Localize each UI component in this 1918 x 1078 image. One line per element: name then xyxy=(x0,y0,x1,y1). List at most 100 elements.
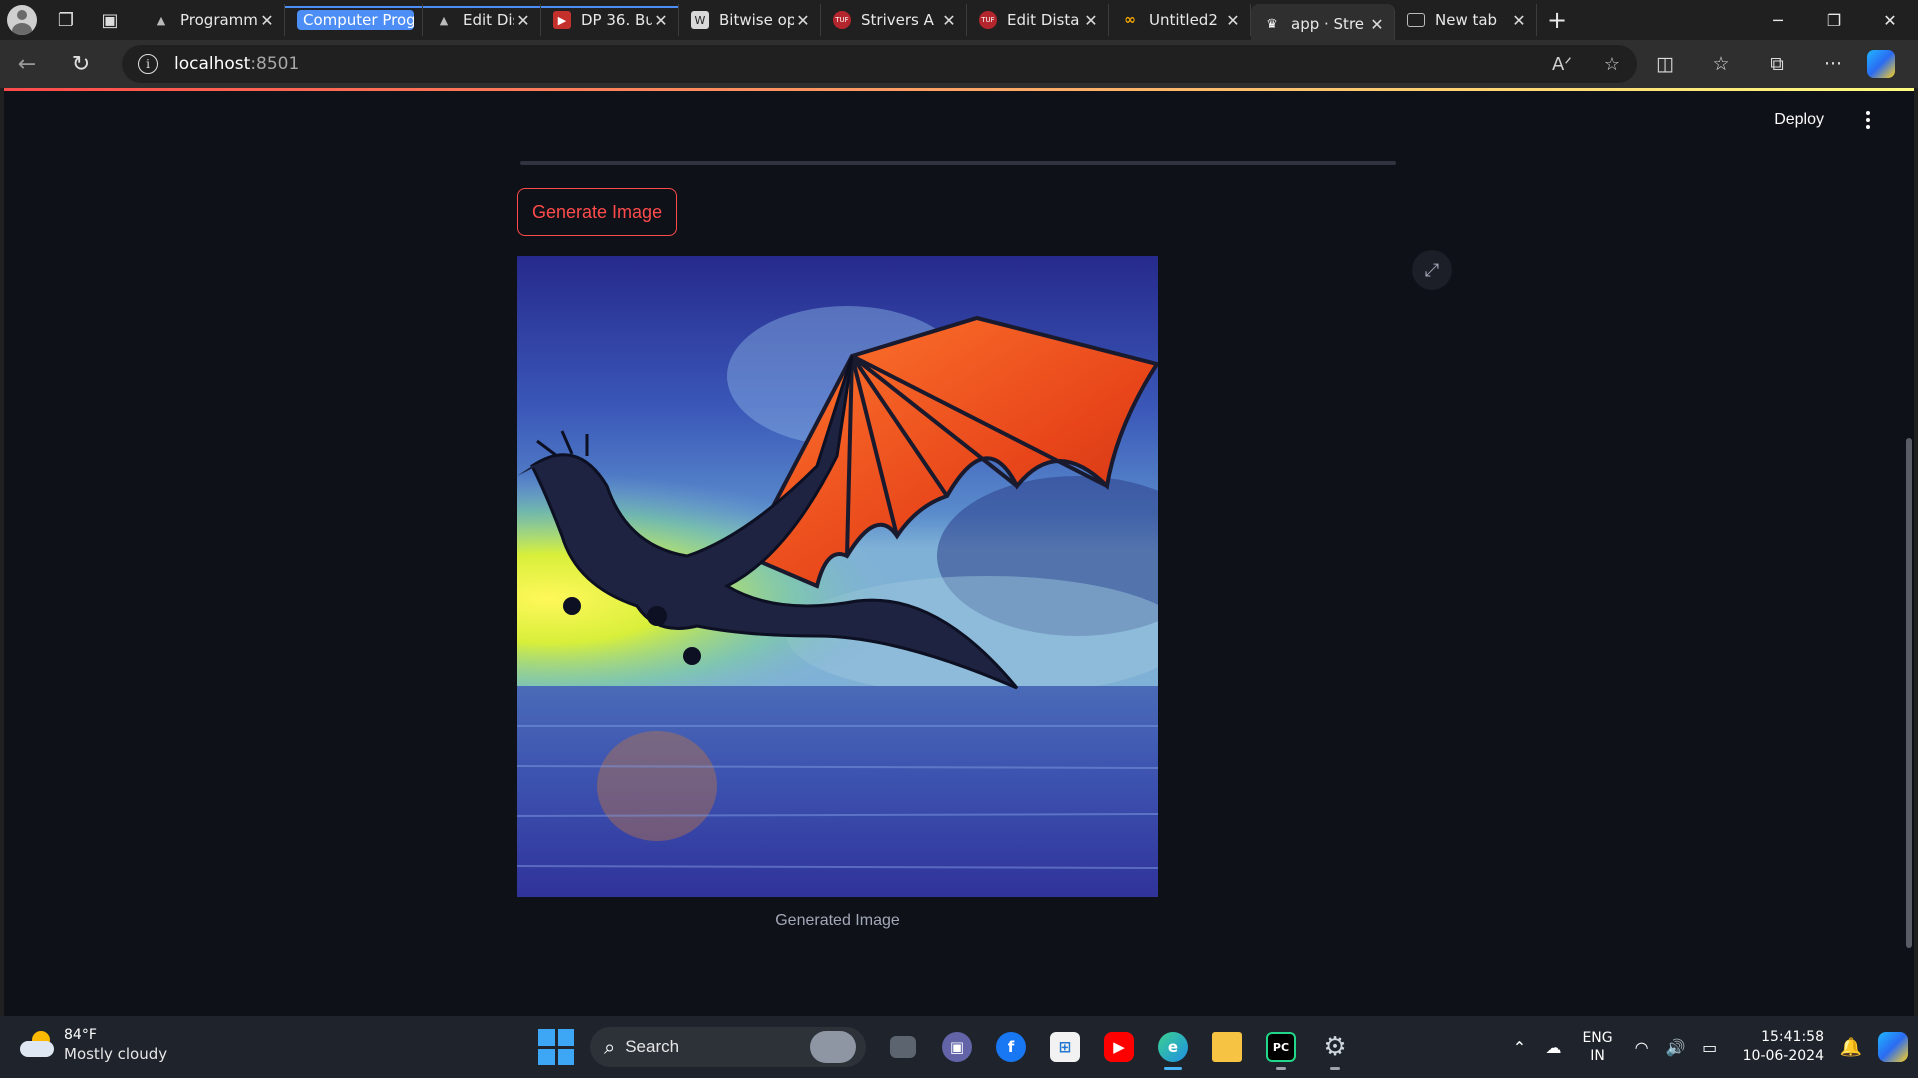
edge-browser-icon[interactable]: e xyxy=(1146,1023,1200,1071)
back-arrow-icon[interactable]: ← xyxy=(0,44,54,84)
settings-gear-icon[interactable]: ⚙ xyxy=(1308,1023,1362,1071)
volume-icon[interactable]: 🔊 xyxy=(1659,1038,1693,1057)
tab-list: ▲ Programm ✕ Computer Programmin ▲ Edit … xyxy=(140,0,1577,44)
address-bar[interactable]: i localhost:8501 Aᐟ ☆ xyxy=(122,45,1637,83)
mountain-icon: ▲ xyxy=(439,13,449,27)
tab-title: Edit Dista xyxy=(1007,11,1080,29)
read-aloud-icon[interactable]: Aᐟ xyxy=(1537,54,1587,75)
close-icon[interactable]: ✕ xyxy=(514,11,532,30)
copilot-icon[interactable] xyxy=(1867,50,1895,78)
tab-group-label: Computer Programmin xyxy=(297,10,414,30)
file-explorer-icon[interactable] xyxy=(1200,1023,1254,1071)
favorites-icon[interactable]: ☆ xyxy=(1693,44,1749,84)
tab-title: app · Stre xyxy=(1291,15,1365,33)
favorite-star-icon[interactable]: ☆ xyxy=(1587,54,1637,75)
restore-icon[interactable]: ❐ xyxy=(1806,0,1862,40)
header-decoration-bar xyxy=(4,88,1914,91)
tab-title: Bitwise op xyxy=(719,11,794,29)
app-header-actions: Deploy xyxy=(1762,104,1884,136)
url-port: :8501 xyxy=(250,54,300,74)
windows-start-icon[interactable] xyxy=(538,1029,574,1065)
split-screen-icon[interactable]: ◫ xyxy=(1637,44,1693,84)
tab-title: Untitled2 xyxy=(1149,11,1218,29)
tab-title: Programm xyxy=(180,11,258,29)
language-code: ENG xyxy=(1582,1030,1613,1046)
tab-7[interactable]: ∞ Untitled2 ✕ xyxy=(1109,4,1251,36)
colab-icon: ∞ xyxy=(1124,12,1136,28)
reload-icon[interactable]: ↻ xyxy=(54,44,108,84)
deploy-button[interactable]: Deploy xyxy=(1762,105,1836,135)
close-icon[interactable]: ✕ xyxy=(1510,11,1528,30)
profile-avatar-icon[interactable] xyxy=(0,0,44,40)
tab-8-active[interactable]: ♛ app · Stre ✕ xyxy=(1251,4,1395,44)
close-icon[interactable]: ✕ xyxy=(652,11,670,30)
search-label: Search xyxy=(625,1037,680,1056)
window-close-icon[interactable]: ✕ xyxy=(1862,0,1918,40)
main-menu-icon[interactable] xyxy=(1852,104,1884,136)
tab-title: Edit Dista xyxy=(463,11,514,29)
window-controls: ─ ❐ ✕ xyxy=(1750,0,1918,40)
close-icon[interactable]: ✕ xyxy=(258,11,276,30)
clock[interactable]: 15:41:58 10-06-2024 xyxy=(1743,1028,1824,1066)
windows-taskbar: 84°F Mostly cloudy ⌕ Search ▣ f ⊞ ▶ e PC… xyxy=(0,1016,1918,1078)
image-caption: Generated Image xyxy=(775,912,900,929)
close-icon[interactable]: ✕ xyxy=(940,11,958,30)
tuf-icon: TUF xyxy=(833,11,851,29)
close-icon[interactable]: ✕ xyxy=(1082,11,1100,30)
wifi-icon[interactable]: ◠ xyxy=(1625,1038,1659,1057)
task-view-icon[interactable] xyxy=(876,1023,930,1071)
fullscreen-expand-icon[interactable]: ⤢ xyxy=(1412,250,1452,290)
vertical-tabs-icon[interactable]: ▣ xyxy=(88,0,132,40)
youtube-app-icon[interactable]: ▶ xyxy=(1092,1023,1146,1071)
search-icon: ⌕ xyxy=(604,1035,616,1059)
newtab-icon xyxy=(1407,13,1425,27)
teams-chat-icon[interactable]: ▣ xyxy=(930,1023,984,1071)
tab-2[interactable]: ▲ Edit Dista ✕ xyxy=(423,4,541,36)
tab-4[interactable]: W Bitwise op ✕ xyxy=(679,4,821,36)
mountain-icon: ▲ xyxy=(156,13,166,27)
close-icon[interactable]: ✕ xyxy=(1368,15,1386,34)
tab-title: New tab xyxy=(1435,11,1498,29)
microsoft-store-icon[interactable]: ⊞ xyxy=(1038,1023,1092,1071)
tab-title: DP 36. Bu xyxy=(581,11,652,29)
tab-3[interactable]: ▶ DP 36. Bu ✕ xyxy=(541,4,679,36)
close-icon[interactable]: ✕ xyxy=(794,11,812,30)
language-indicator[interactable]: ENG IN xyxy=(1582,1029,1612,1065)
close-icon[interactable]: ✕ xyxy=(1224,11,1242,30)
region-code: IN xyxy=(1590,1048,1605,1064)
generate-image-button[interactable]: Generate Image xyxy=(517,188,678,236)
system-tray: ⌃ ☁ ENG IN ◠ 🔊 ▭ 15:41:58 10-06-2024 🔔 xyxy=(1502,1016,1918,1078)
site-info-icon[interactable]: i xyxy=(138,54,158,74)
tab-9[interactable]: New tab ✕ xyxy=(1395,4,1537,36)
copilot-taskbar-icon[interactable] xyxy=(1878,1032,1908,1062)
weather-temperature: 84°F xyxy=(64,1027,97,1043)
more-menu-icon[interactable]: ··· xyxy=(1805,44,1861,84)
streamlit-page: Deploy Generate Image Generated Image ⤢ xyxy=(4,88,1914,1016)
pycharm-icon[interactable]: PC xyxy=(1254,1023,1308,1071)
new-tab-button[interactable]: + xyxy=(1537,4,1577,36)
generated-image xyxy=(517,256,1158,897)
onedrive-cloud-icon[interactable]: ☁ xyxy=(1536,1038,1570,1057)
clock-time: 15:41:58 xyxy=(1761,1029,1824,1045)
collections-icon[interactable]: ⧉ xyxy=(1749,44,1805,84)
minimize-icon[interactable]: ─ xyxy=(1750,0,1806,40)
workspaces-icon[interactable]: ❐ xyxy=(44,0,88,40)
tab-6[interactable]: TUF Edit Dista ✕ xyxy=(967,4,1109,36)
search-highlight-image xyxy=(810,1031,856,1063)
battery-icon[interactable]: ▭ xyxy=(1693,1038,1727,1057)
partly-cloudy-icon xyxy=(20,1031,56,1059)
weather-widget[interactable]: 84°F Mostly cloudy xyxy=(20,1026,167,1064)
dragon-image xyxy=(517,256,1158,897)
tab-title: Strivers A xyxy=(861,11,934,29)
tab-5[interactable]: TUF Strivers A ✕ xyxy=(821,4,967,36)
facebook-icon[interactable]: f xyxy=(984,1023,1038,1071)
chevron-up-icon[interactable]: ⌃ xyxy=(1502,1038,1536,1057)
tab-group-computer-programming[interactable]: Computer Programmin xyxy=(285,4,423,36)
tuf-icon: TUF xyxy=(979,11,997,29)
page-scrollbar[interactable] xyxy=(1906,438,1912,948)
weather-description: Mostly cloudy xyxy=(64,1045,168,1063)
notification-bell-icon[interactable]: 🔔 xyxy=(1836,1037,1866,1058)
tab-0[interactable]: ▲ Programm ✕ xyxy=(140,4,285,36)
streamlit-crown-icon: ♛ xyxy=(1266,16,1278,32)
taskbar-search[interactable]: ⌕ Search xyxy=(590,1027,866,1067)
